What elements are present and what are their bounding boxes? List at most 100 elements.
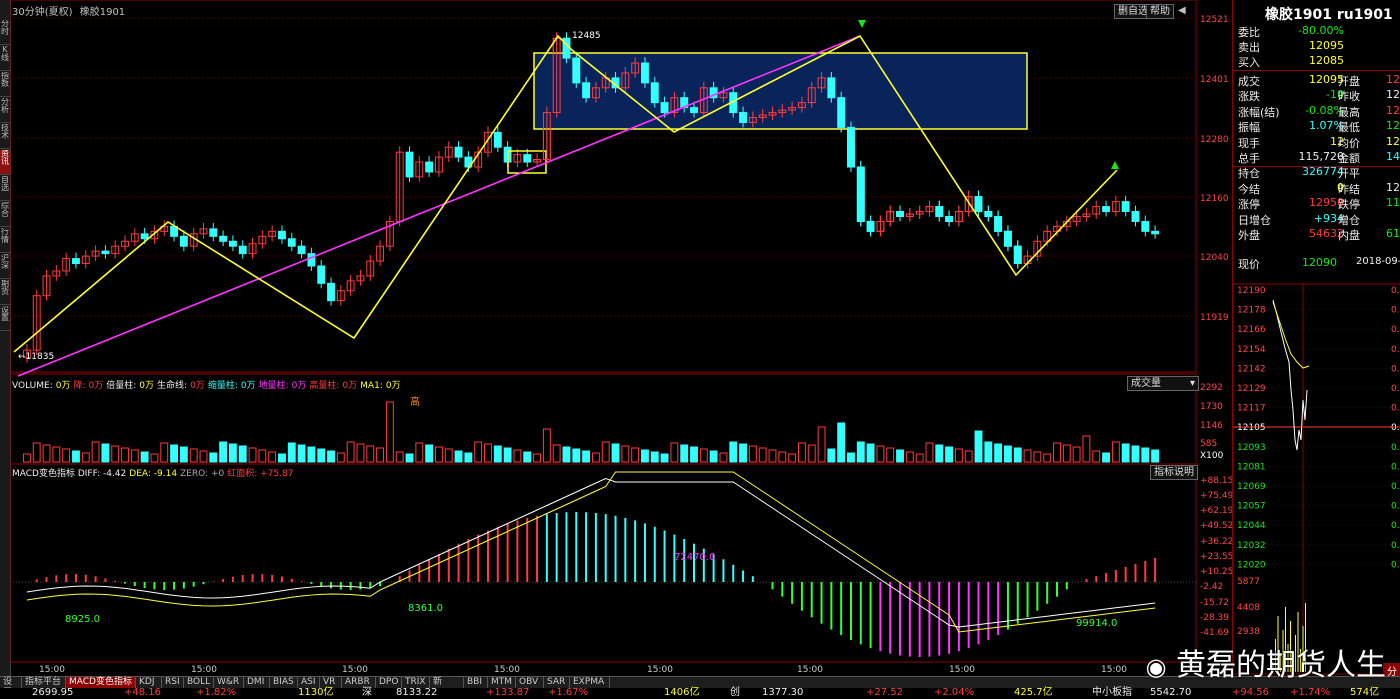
macd-legend-item: 红面积: +75.87 [227,469,294,479]
volume-bar [650,451,659,463]
divider [1233,70,1400,71]
volume-bar [552,444,561,463]
quote-title: 橡胶1901 ru1901 [1265,7,1393,23]
macd-axis-label: +10.25 [1200,567,1232,577]
quote-value: 12 [1386,103,1400,117]
volume-bar [72,450,80,463]
candle-down [1151,230,1160,235]
volume-indicator-dropdown[interactable]: 成交量 ▾ [1127,376,1199,391]
volume-bar [1004,445,1012,463]
quote-value: 140. [1386,150,1400,163]
candle-down [1013,245,1022,265]
quote-label: 成交 [1238,75,1260,88]
candle-down [827,77,836,99]
time-axis-label: 15:00 [1101,665,1127,675]
candle-down [572,57,581,84]
quote-row: 振幅 1.07% 最低 12 [1236,119,1400,134]
candle-down [896,211,904,218]
volume-bar [1013,447,1022,463]
volume-bar [268,451,277,463]
quote-value: 12095 [1309,39,1344,52]
index-ticker-item: 1130亿 [298,687,334,698]
quote-row: 总手115,720金额140. [1236,150,1400,165]
macd-area-label: 99914.0 [1076,618,1117,629]
volume-bar [1033,451,1042,463]
period-label[interactable]: 30分钟(夏权) [12,7,73,18]
help-button[interactable]: 帮助 [1146,4,1174,19]
left-tab-5[interactable]: 资讯 [0,150,10,175]
candle-down [935,206,944,218]
time-axis-label: 15:00 [39,665,65,675]
collapse-icon[interactable]: ◀ [1178,5,1186,16]
left-tab-10[interactable]: 期货 [0,280,10,305]
candle-down [278,230,286,240]
indicator-tab[interactable]: BIAS [270,677,298,688]
volume-bar [866,443,875,463]
macd-axis-label: -2.42 [1200,582,1223,592]
left-tab-7[interactable]: 综合 [0,202,10,227]
quote-row: 外盘 54632 内盘 61 [1236,227,1400,242]
indicator-tab[interactable]: 设置 [0,677,22,698]
volume-bar [621,445,630,463]
volume-bar [238,445,247,463]
candle-down [219,235,228,242]
indicator-help-button[interactable]: 指标说明 [1150,465,1198,480]
left-tab-1[interactable]: K线 [0,46,10,71]
candle-down [866,220,875,232]
indicator-tab[interactable]: RSI [162,677,184,688]
volume-bar [22,453,31,463]
left-tab-2[interactable]: 指数 [0,72,10,97]
volume-bar [346,441,355,463]
quote-label: 日增仓 [1238,213,1271,227]
chart-area[interactable]: 12521 12401 12280 12160 12040 11919 12485 ←1183… [10,0,1232,676]
quote-label: 增仓 [1338,213,1360,227]
volume-bar [140,451,149,463]
left-tab-9[interactable]: 沪深 [0,254,10,279]
left-tab-4[interactable]: 技术 [0,124,10,149]
indicator-tab[interactable]: DMI [244,677,270,688]
left-tab-3[interactable]: 分析 [0,98,10,123]
quote-value: 12 [1386,88,1400,102]
macd-panel-border [10,463,1197,663]
volume-bar [405,453,414,463]
macd-dea-line [26,471,1156,633]
mini-axis-left: 12032 [1237,541,1266,551]
macd-legend-item: DEA: -9.14 [129,469,178,479]
candle-down [425,161,434,173]
time-axis-label: 15:00 [342,665,368,675]
volume-axis-label: X100 [1200,451,1224,461]
volume-bar [945,446,954,463]
left-tab-8[interactable]: 行情 [0,228,10,253]
macd-legend: MACD变色指标 DIFF: -4.42 DEA: -9.14 ZERO: +0 红面… [12,466,296,479]
volume-bar [690,446,698,463]
indicator-tab[interactable]: BBI [464,677,488,688]
left-tab-0[interactable]: 分时 [0,20,10,45]
left-tab-6[interactable]: 自选 [0,176,10,201]
volume-bar [954,448,963,463]
volume-bar [1043,453,1052,463]
quote-label: 开平 [1338,167,1360,181]
left-tab-11[interactable]: 设置 [0,306,10,331]
volume-bar [876,445,885,463]
candle-down [228,240,237,247]
candle-down [307,253,316,267]
quote-label: 买入 [1238,56,1260,69]
index-ticker-item: 5542.70 [1150,687,1192,698]
volume-bar [572,448,581,463]
intraday-mini-chart[interactable]: 12190 0.7 12178 0.6 12166 0.5 12154 0.4 12142 0.3… [1233,280,1400,676]
candle-down [1141,220,1150,232]
volume-bar [228,443,237,463]
candle-down [140,233,149,240]
macd-legend-item: ZERO: +0 [180,469,225,479]
candle-down [994,216,1003,232]
index-ticker-item: 1377.30 [762,687,804,698]
quote-value: 12 [1386,119,1400,133]
mini-axis-left: 12069 [1237,482,1266,492]
macd-axis-label: -28.39 [1200,613,1229,623]
quote-label: 昨收 [1338,90,1360,104]
mini-axis-right: 0.4 [1391,502,1400,512]
mini-vol-axis: 5877 [1237,577,1260,587]
quote-row: 买入 12085 [1236,54,1400,69]
macd-axis-label: -41.69 [1200,628,1229,638]
volume-axis-label: 2292 [1200,383,1223,393]
